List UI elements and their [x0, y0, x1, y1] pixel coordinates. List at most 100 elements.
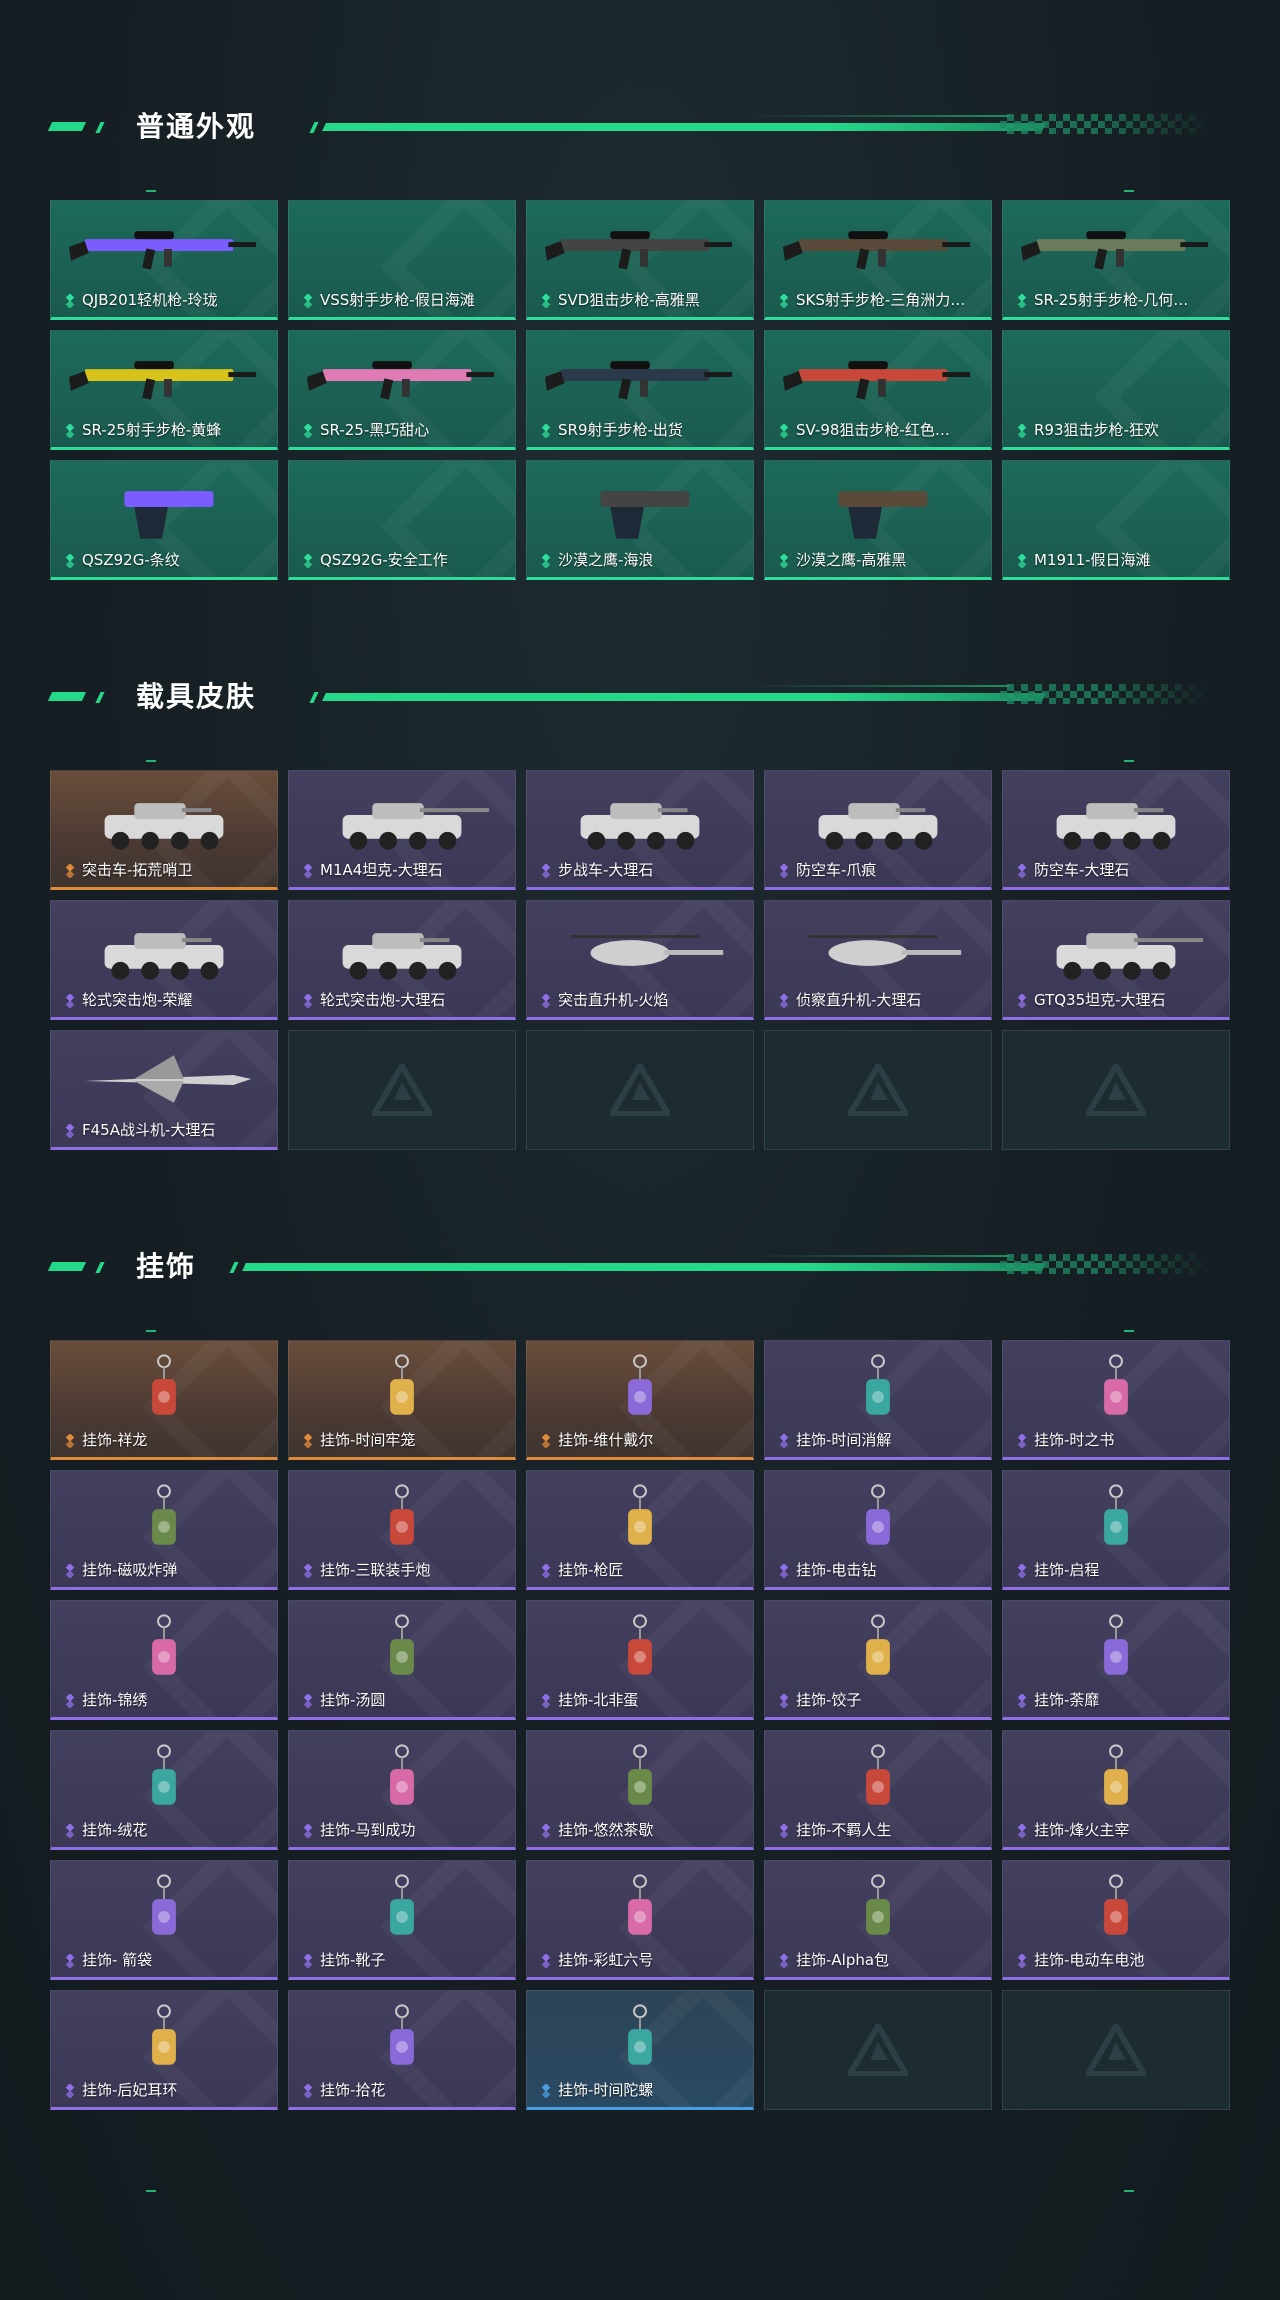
item-name: 沙漠之鹰-高雅黑	[796, 551, 907, 569]
corner-mark	[1124, 760, 1134, 762]
charm-icon	[303, 1871, 501, 1947]
item-card[interactable]: M1A4坦克-大理石	[288, 770, 516, 890]
item-name: 挂饰-维什戴尔	[558, 1431, 654, 1449]
item-card[interactable]: SR-25射手步枪-黄蜂	[50, 330, 278, 450]
rarity-diamond-icon	[301, 992, 315, 1009]
item-card[interactable]: 防空车-大理石	[1002, 770, 1230, 890]
item-name: 挂饰-北非蛋	[558, 1691, 639, 1709]
item-label-row: 沙漠之鹰-高雅黑	[777, 549, 983, 570]
item-card[interactable]: 挂饰-时间消解	[764, 1340, 992, 1460]
item-card[interactable]: 挂饰-维什戴尔	[526, 1340, 754, 1460]
rarity-diamond-icon	[777, 862, 791, 879]
item-label-row: 挂饰-维什戴尔	[539, 1429, 745, 1450]
item-card[interactable]: SR9射手步枪-出货	[526, 330, 754, 450]
item-card[interactable]: 挂饰-烽火主宰	[1002, 1730, 1230, 1850]
item-card[interactable]: 挂饰-时间牢笼	[288, 1340, 516, 1460]
item-name: 轮式突击炮-大理石	[320, 991, 446, 1009]
item-card[interactable]: SVD狙击步枪-高雅黑	[526, 200, 754, 320]
rarity-diamond-icon	[539, 1432, 553, 1449]
rarity-diamond-icon	[63, 992, 77, 1009]
item-card[interactable]: 挂饰-汤圆	[288, 1600, 516, 1720]
item-name: 挂饰-后妃耳环	[82, 2081, 178, 2099]
item-card[interactable]: 挂饰-后妃耳环	[50, 1990, 278, 2110]
item-card[interactable]: 轮式突击炮-大理石	[288, 900, 516, 1020]
item-card[interactable]: 挂饰-靴子	[288, 1860, 516, 1980]
rarity-diamond-icon	[63, 1122, 77, 1139]
rarity-diamond-icon	[539, 422, 553, 439]
item-card[interactable]: 挂饰- 箭袋	[50, 1860, 278, 1980]
item-card[interactable]: 挂饰-启程	[1002, 1470, 1230, 1590]
item-name: 挂饰-烽火主宰	[1034, 1821, 1130, 1839]
item-card[interactable]: VSS射手步枪-假日海滩	[288, 200, 516, 320]
item-card[interactable]: QSZ92G-条纹	[50, 460, 278, 580]
item-label-row: SVD狙击步枪-高雅黑	[539, 289, 745, 310]
item-card[interactable]: 挂饰-Alpha包	[764, 1860, 992, 1980]
item-card[interactable]: QSZ92G-安全工作	[288, 460, 516, 580]
item-card[interactable]: SR-25-黑巧甜心	[288, 330, 516, 450]
item-card[interactable]: 侦察直升机-大理石	[764, 900, 992, 1020]
item-card[interactable]: 挂饰-时间陀螺	[526, 1990, 754, 2110]
item-card[interactable]: 防空车-爪痕	[764, 770, 992, 890]
item-label-row: 挂饰-Alpha包	[777, 1949, 983, 1970]
item-card[interactable]: 步战车-大理石	[526, 770, 754, 890]
item-card[interactable]: 沙漠之鹰-海浪	[526, 460, 754, 580]
item-card[interactable]: 挂饰-马到成功	[288, 1730, 516, 1850]
rarity-diamond-icon	[777, 1692, 791, 1709]
item-name: 挂饰-不羁人生	[796, 1821, 892, 1839]
item-card[interactable]: 挂饰-时之书	[1002, 1340, 1230, 1460]
item-card[interactable]: 突击车-拓荒哨卫	[50, 770, 278, 890]
item-card[interactable]: 挂饰-锦绣	[50, 1600, 278, 1720]
item-name: F45A战斗机-大理石	[82, 1121, 216, 1139]
rarity-diamond-icon	[63, 292, 77, 309]
delta-logo-icon	[848, 1064, 908, 1116]
item-name: 轮式突击炮-荣耀	[82, 991, 193, 1009]
item-card[interactable]: 挂饰-祥龙	[50, 1340, 278, 1460]
tank-icon	[1017, 911, 1215, 987]
item-card[interactable]: SKS射手步枪-三角洲力…	[764, 200, 992, 320]
item-card[interactable]: 挂饰-彩虹六号	[526, 1860, 754, 1980]
item-card[interactable]: 挂饰-电击钻	[764, 1470, 992, 1590]
item-card[interactable]: M1911-假日海滩	[1002, 460, 1230, 580]
item-card[interactable]: 挂饰-拾花	[288, 1990, 516, 2110]
item-name: 挂饰- 箭袋	[82, 1951, 153, 1969]
assault-vehicle-icon	[303, 911, 501, 987]
item-card[interactable]: SR-25射手步枪-几何…	[1002, 200, 1230, 320]
rarity-diamond-icon	[63, 552, 77, 569]
item-card[interactable]: 挂饰-电动车电池	[1002, 1860, 1230, 1980]
item-card[interactable]: SV-98狙击步枪-红色…	[764, 330, 992, 450]
item-card[interactable]: 沙漠之鹰-高雅黑	[764, 460, 992, 580]
item-name: 挂饰-启程	[1034, 1561, 1100, 1579]
item-card[interactable]: 挂饰-悠然茶歇	[526, 1730, 754, 1850]
item-card[interactable]: 轮式突击炮-荣耀	[50, 900, 278, 1020]
empty-slot	[764, 1030, 992, 1150]
charm-icon	[779, 1351, 977, 1427]
marksman-rifle-icon	[65, 341, 263, 417]
item-card[interactable]: 挂饰-磁吸炸弹	[50, 1470, 278, 1590]
item-card[interactable]: F45A战斗机-大理石	[50, 1030, 278, 1150]
ifv-icon	[541, 781, 739, 857]
rarity-diamond-icon	[301, 292, 315, 309]
item-card[interactable]: 挂饰-枪匠	[526, 1470, 754, 1590]
rarity-diamond-icon	[301, 2082, 315, 2099]
item-card[interactable]: 挂饰-不羁人生	[764, 1730, 992, 1850]
item-name: 挂饰-锦绣	[82, 1691, 148, 1709]
fighter-jet-icon	[65, 1041, 263, 1117]
rarity-diamond-icon	[539, 992, 553, 1009]
charm-icon	[1017, 1611, 1215, 1687]
item-card[interactable]: 突击直升机-火焰	[526, 900, 754, 1020]
item-card[interactable]: 挂饰-荼靡	[1002, 1600, 1230, 1720]
rarity-diamond-icon	[1015, 1432, 1029, 1449]
item-label-row: SR9射手步枪-出货	[539, 419, 745, 440]
item-card[interactable]: GTQ35坦克-大理石	[1002, 900, 1230, 1020]
item-card[interactable]: R93狙击步枪-狂欢	[1002, 330, 1230, 450]
assault-vehicle-icon	[65, 911, 263, 987]
item-card[interactable]: 挂饰-北非蛋	[526, 1600, 754, 1720]
charm-icon	[303, 1741, 501, 1817]
item-card[interactable]: 挂饰-饺子	[764, 1600, 992, 1720]
item-label-row: 挂饰-不羁人生	[777, 1819, 983, 1840]
item-name: M1911-假日海滩	[1034, 551, 1151, 569]
item-label-row: VSS射手步枪-假日海滩	[301, 289, 507, 310]
item-card[interactable]: 挂饰-三联装手炮	[288, 1470, 516, 1590]
item-card[interactable]: QJB201轻机枪-玲珑	[50, 200, 278, 320]
item-card[interactable]: 挂饰-绒花	[50, 1730, 278, 1850]
